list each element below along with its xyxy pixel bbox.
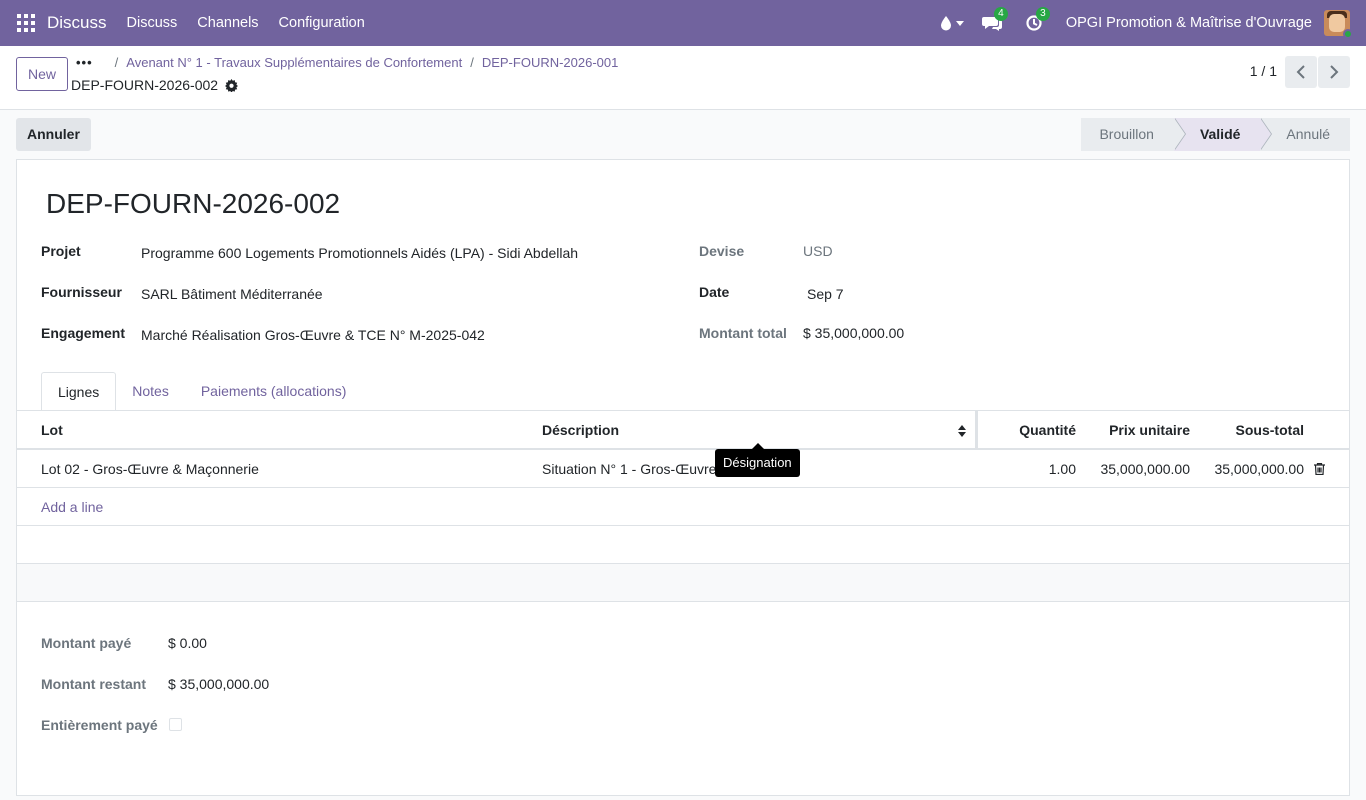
breadcrumb-separator: /: [470, 55, 474, 70]
breadcrumb-item-avenant[interactable]: Avenant N° 1 - Travaux Supplémentaires d…: [126, 55, 462, 70]
devise-value: USD: [803, 243, 833, 259]
date-value[interactable]: Sep 7: [807, 286, 844, 302]
user-avatar[interactable]: [1324, 10, 1353, 39]
pager-previous-button[interactable]: [1285, 56, 1317, 88]
fournisseur-value[interactable]: SARL Bâtiment Méditerranée: [141, 286, 323, 302]
messages-icon[interactable]: 4: [981, 7, 1008, 33]
status-bar: Brouillon Validé Annulé: [1081, 118, 1350, 151]
record-name-label: DEP-FOURN-2026-002: [71, 77, 219, 93]
activities-badge: 3: [1035, 7, 1050, 21]
breadcrumb-more-icon[interactable]: •••: [76, 55, 93, 70]
field-label: Montant restant: [41, 676, 146, 692]
debug-drop-icon[interactable]: [936, 13, 964, 33]
document-title: DEP-FOURN-2026-002: [46, 188, 341, 219]
chevron-left-icon: [1296, 65, 1305, 79]
messages-badge: 4: [993, 7, 1008, 21]
field-label: Fournisseur: [41, 284, 122, 300]
main-menu: Discuss Channels Configuration: [127, 15, 385, 31]
table-header: Lot Déscription Quantité Prix unitaire S…: [17, 411, 1349, 450]
company-switcher[interactable]: OPGI Promotion & Maîtrise d'Ouvrage: [1066, 15, 1312, 31]
breadcrumb-separator: /: [114, 55, 119, 70]
pager-next-button[interactable]: [1318, 56, 1350, 88]
online-status-dot: [1343, 29, 1353, 39]
add-line-row: Add a line: [17, 488, 1349, 526]
empty-row: [17, 526, 1349, 564]
add-line-link[interactable]: Add a line: [41, 488, 103, 526]
projet-value[interactable]: Programme 600 Logements Promotionnels Ai…: [141, 245, 578, 261]
column-quantity[interactable]: Quantité: [977, 411, 1076, 449]
menu-configuration[interactable]: Configuration: [279, 15, 365, 31]
field-label: Devise: [699, 243, 745, 259]
breadcrumb-item-dep-fourn[interactable]: DEP-FOURN-2026-001: [482, 55, 619, 70]
field-label: Montant total: [699, 325, 787, 341]
chevron-right-icon: [1330, 65, 1339, 79]
cell-quantity[interactable]: 1.00: [977, 450, 1076, 488]
cell-subtotal: 35,000,000.00: [1214, 461, 1304, 477]
field-label: Projet: [41, 243, 81, 259]
stage-label: Annulé: [1286, 126, 1330, 142]
stage-annule[interactable]: Annulé: [1260, 118, 1350, 151]
cell-unit-price[interactable]: 35,000,000.00: [1077, 450, 1190, 488]
field-label: Engagement: [41, 325, 126, 341]
tab-lignes[interactable]: Lignes: [41, 372, 117, 411]
current-record-name: DEP-FOURN-2026-002: [71, 77, 239, 93]
stage-label: Validé: [1199, 126, 1241, 142]
cell-lot[interactable]: Lot 02 - Gros-Œuvre & Maçonnerie: [41, 450, 259, 488]
stage-brouillon[interactable]: Brouillon: [1081, 118, 1186, 151]
montant-restant-value: $ 35,000,000.00: [168, 676, 270, 692]
column-unit-price[interactable]: Prix unitaire: [1077, 411, 1190, 449]
montant-total-value: $ 35,000,000.00: [803, 325, 905, 341]
top-navbar: Discuss Discuss Channels Configuration 4…: [0, 0, 1366, 46]
empty-row: [17, 564, 1349, 602]
gear-icon[interactable]: [225, 78, 239, 92]
column-tooltip: Désignation: [715, 443, 800, 477]
engagement-value[interactable]: Marché Réalisation Gros-Œuvre & TCE N° M…: [141, 327, 485, 343]
montant-paye-value: $ 0.00: [168, 635, 207, 651]
tab-notes[interactable]: Notes: [116, 372, 185, 411]
pager-value[interactable]: 1 / 1: [1250, 63, 1277, 79]
app-brand[interactable]: Discuss: [47, 13, 107, 33]
column-lot[interactable]: Lot: [41, 411, 63, 449]
notebook-tabs: Lignes Notes Paiements (allocations): [41, 372, 362, 411]
breadcrumb: ••• / Avenant N° 1 - Travaux Supplémenta…: [76, 55, 618, 70]
column-description[interactable]: Déscription: [542, 411, 619, 449]
column-subtotal[interactable]: Sous-total: [1191, 411, 1304, 449]
field-label: Entièrement payé: [41, 717, 158, 733]
trash-icon[interactable]: [1314, 463, 1325, 475]
field-label: Montant payé: [41, 635, 132, 651]
field-label: Date: [699, 284, 730, 300]
fully-paid-checkbox[interactable]: [169, 718, 182, 731]
annuler-button[interactable]: Annuler: [16, 118, 91, 151]
menu-channels[interactable]: Channels: [197, 15, 258, 31]
cell-description[interactable]: Situation N° 1 - Gros-Œuvre: [542, 450, 716, 488]
menu-discuss[interactable]: Discuss: [127, 15, 178, 31]
activities-clock-icon[interactable]: 3: [1024, 7, 1050, 33]
lines-table: Lot Déscription Quantité Prix unitaire S…: [17, 411, 1349, 602]
form-sheet: DEP-FOURN-2026-002 Projet Programme 600 …: [16, 159, 1350, 796]
tab-paiements[interactable]: Paiements (allocations): [185, 372, 363, 411]
stage-valide[interactable]: Validé: [1173, 118, 1273, 151]
new-button[interactable]: New: [16, 57, 69, 91]
control-panel: New ••• / Avenant N° 1 - Travaux Supplém…: [0, 46, 1366, 110]
sort-icon[interactable]: [957, 424, 967, 438]
stage-label: Brouillon: [1099, 126, 1154, 142]
table-row[interactable]: Lot 02 - Gros-Œuvre & Maçonnerie Situati…: [17, 450, 1349, 488]
apps-grid-icon[interactable]: [17, 14, 35, 32]
